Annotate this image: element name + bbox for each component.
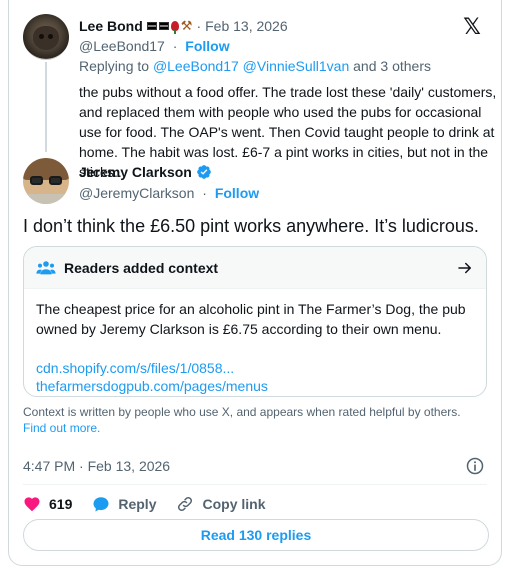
link-icon xyxy=(178,496,193,512)
avatar[interactable] xyxy=(23,14,69,60)
read-replies-button[interactable]: Read 130 replies xyxy=(23,519,489,551)
note-footer: Context is written by people who use X, … xyxy=(23,404,483,436)
follow-button[interactable]: Follow xyxy=(185,38,229,54)
info-icon[interactable] xyxy=(465,456,485,476)
reply-label: Reply xyxy=(118,496,157,512)
heart-icon xyxy=(24,497,40,512)
divider xyxy=(23,484,487,485)
dog-face xyxy=(33,26,59,50)
note-header[interactable]: Readers added context xyxy=(24,247,486,289)
separator-dot: · xyxy=(196,18,202,34)
note-link[interactable]: thefarmersdogpub.com/pages/menus xyxy=(36,377,474,395)
tweet-card: Lee Bond ⚒ · Feb 13, 2026 𝕏 @LeeBond17 ·… xyxy=(8,0,502,566)
action-bar: 619 Reply Copy link xyxy=(23,493,286,515)
handle-row: @LeeBond17 · Follow xyxy=(79,38,230,54)
reply-button[interactable]: Reply xyxy=(92,495,156,513)
note-body: The cheapest price for an alcoholic pint… xyxy=(24,289,486,396)
note-footer-text: Context is written by people who use X, … xyxy=(23,405,461,419)
separator-dot: · xyxy=(202,185,207,201)
copy-link-label: Copy link xyxy=(202,496,266,512)
tweet-text: I don’t think the £6.50 pint works anywh… xyxy=(23,216,479,236)
eye xyxy=(39,34,44,39)
avatar[interactable] xyxy=(23,158,69,204)
flag-icon xyxy=(146,22,157,30)
author-name[interactable]: Lee Bond xyxy=(79,18,143,34)
eye xyxy=(48,34,53,39)
like-count: 619 xyxy=(49,496,73,512)
like-button[interactable]: 619 xyxy=(23,495,72,513)
reply-bubble-icon xyxy=(93,497,109,512)
hammers-icon: ⚒ xyxy=(180,18,193,33)
people-icon xyxy=(36,260,56,274)
timestamp[interactable]: 4:47 PM · Feb 13, 2026 xyxy=(23,458,170,474)
parent-header: Lee Bond ⚒ · Feb 13, 2026 xyxy=(79,16,447,36)
find-out-more-link[interactable]: Find out more. xyxy=(23,421,100,435)
note-link[interactable]: cdn.shopify.com/s/files/1/0858... xyxy=(36,359,474,377)
author-handle[interactable]: @JeremyClarkson xyxy=(79,185,194,201)
main-header: Jeremy Clarkson xyxy=(79,164,212,180)
handle-row: @JeremyClarkson · Follow xyxy=(79,185,259,201)
thread-line xyxy=(45,62,47,152)
replying-to: Replying to @LeeBond17 @VinnieSull1van a… xyxy=(79,58,431,74)
glasses xyxy=(30,176,62,185)
x-logo-icon[interactable]: 𝕏 xyxy=(461,16,483,38)
post-date[interactable]: Feb 13, 2026 xyxy=(205,18,288,34)
author-name[interactable]: Jeremy Clarkson xyxy=(79,164,192,180)
replying-suffix: and 3 others xyxy=(353,58,431,74)
author-handle[interactable]: @LeeBond17 xyxy=(79,38,165,54)
rose-icon xyxy=(170,21,179,34)
follow-button[interactable]: Follow xyxy=(215,185,259,201)
note-title: Readers added context xyxy=(64,259,219,276)
separator-dot: · xyxy=(172,38,178,54)
arrow-right-icon[interactable] xyxy=(456,259,474,277)
verified-icon xyxy=(197,165,211,179)
replying-handles[interactable]: @LeeBond17 @VinnieSull1van xyxy=(153,58,349,74)
community-note[interactable]: Readers added context The cheapest price… xyxy=(23,246,487,397)
flag-icon xyxy=(158,22,169,30)
shirt xyxy=(23,194,69,204)
name-emojis: ⚒ xyxy=(146,18,193,34)
copy-link-button[interactable]: Copy link xyxy=(176,495,266,513)
note-links: cdn.shopify.com/s/files/1/0858... thefar… xyxy=(36,359,474,395)
replying-prefix: Replying to xyxy=(79,58,150,74)
note-text: The cheapest price for an alcoholic pint… xyxy=(36,301,466,337)
